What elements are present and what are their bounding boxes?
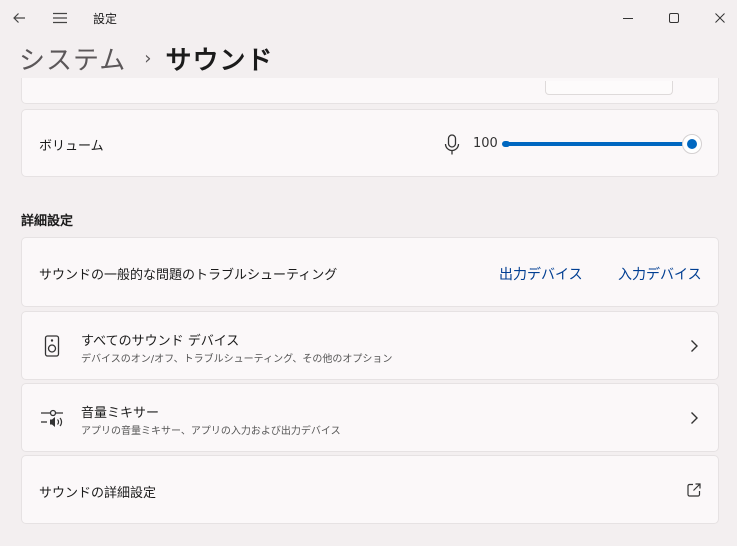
minimize-button[interactable]: [611, 0, 645, 36]
close-icon: [715, 13, 725, 23]
troubleshoot-card: サウンドの一般的な問題のトラブルシューティング 出力デバイス 入力デバイス: [21, 237, 719, 307]
arrow-left-icon: [13, 13, 25, 23]
section-header-advanced: 詳細設定: [21, 214, 74, 229]
speaker-device-icon: [44, 335, 60, 357]
hamburger-menu-icon: [53, 12, 67, 24]
all-sound-devices-title: すべてのサウンド デバイス: [81, 334, 240, 349]
all-sound-devices-subtitle: デバイスのオン/オフ、トラブルシューティング、その他のオプション: [81, 354, 393, 365]
volume-mixer-subtitle: アプリの音量ミキサー、アプリの入力および出力デバイス: [81, 426, 341, 437]
maximize-button[interactable]: [657, 0, 691, 36]
output-devices-link[interactable]: 出力デバイス: [499, 264, 583, 284]
maximize-icon: [669, 13, 679, 23]
troubleshoot-label: サウンドの一般的な問題のトラブルシューティング: [39, 268, 338, 283]
volume-slider[interactable]: [502, 132, 702, 156]
close-button[interactable]: [703, 0, 737, 36]
app-title: 設定: [93, 12, 118, 26]
chevron-right-icon: [691, 412, 698, 424]
slider-thumb[interactable]: [682, 134, 702, 154]
volume-label: ボリューム: [39, 139, 104, 154]
more-sound-settings-label: サウンドの詳細設定: [39, 486, 157, 501]
open-external-icon: [687, 483, 701, 497]
navigation-menu-button[interactable]: [45, 0, 75, 36]
breadcrumb: システム › サウンド: [19, 38, 273, 78]
all-sound-devices-item[interactable]: すべてのサウンド デバイス デバイスのオン/オフ、トラブルシューティング、その他…: [21, 311, 719, 380]
page-title: サウンド: [165, 45, 274, 76]
device-dropdown-partial[interactable]: [545, 81, 673, 95]
back-button[interactable]: [4, 0, 34, 36]
breadcrumb-separator: ›: [144, 47, 152, 69]
chevron-right-icon: [691, 340, 698, 352]
output-device-card-partial: [21, 78, 719, 104]
breadcrumb-parent-system[interactable]: システム: [19, 40, 126, 77]
mixer-icon: [41, 409, 63, 427]
microphone-icon[interactable]: [441, 133, 463, 157]
input-devices-link[interactable]: 入力デバイス: [618, 264, 702, 284]
minimize-icon: [623, 18, 633, 19]
more-sound-settings-item[interactable]: サウンドの詳細設定: [21, 455, 719, 524]
volume-card: ボリューム 100: [21, 109, 719, 177]
volume-mixer-item[interactable]: 音量ミキサー アプリの音量ミキサー、アプリの入力および出力デバイス: [21, 383, 719, 452]
volume-value: 100: [473, 136, 498, 151]
volume-mixer-title: 音量ミキサー: [81, 406, 160, 421]
title-bar: 設定: [0, 0, 737, 36]
slider-track-fill: [505, 142, 692, 146]
